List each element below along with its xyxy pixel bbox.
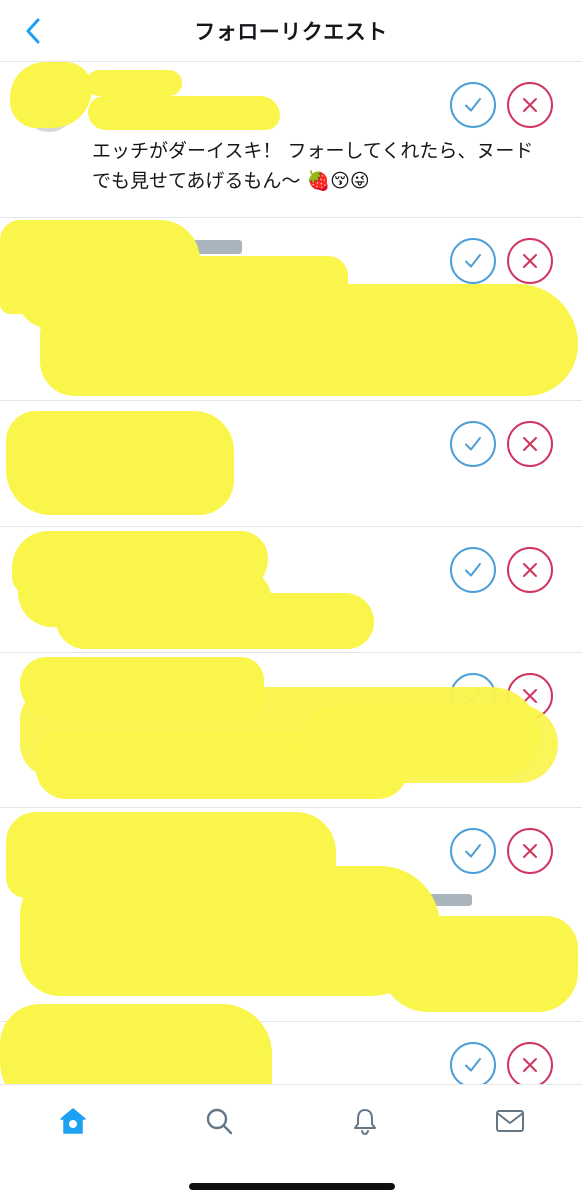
check-icon [465,98,481,112]
follow-request-row [0,401,582,527]
check-icon [465,254,481,268]
redaction-mark [10,62,92,128]
decline-button[interactable] [507,547,553,593]
close-icon [523,254,537,268]
redaction-mark [40,284,578,396]
user-bio: エッチがダーイスキ！ フォーしてくれたら、ヌードでも見せてあげるもん〜 🍓😚😜 [92,140,534,192]
tab-notifications[interactable] [343,1101,387,1141]
decline-button[interactable] [507,238,553,284]
check-icon [465,1058,481,1072]
check-icon [465,563,481,577]
redaction-mark [20,866,440,996]
close-icon [523,437,537,451]
search-icon [206,1108,233,1135]
follow-request-row [0,808,582,1022]
decline-button[interactable] [507,421,553,467]
accept-button[interactable] [450,238,496,284]
follow-request-row [0,218,582,401]
redaction-mark [380,916,578,1012]
follow-request-row [0,1004,582,1084]
follow-request-row [0,527,582,653]
tab-messages[interactable] [488,1101,532,1141]
decline-button[interactable] [507,828,553,874]
close-icon [523,98,537,112]
close-icon [523,1058,537,1072]
home-icon [60,1108,86,1134]
accept-button[interactable] [450,828,496,874]
tab-search[interactable] [197,1101,241,1141]
redaction-mark [0,1004,272,1084]
home-indicator [189,1183,395,1190]
check-icon [465,844,481,858]
decline-button[interactable] [507,82,553,128]
accept-button[interactable] [450,82,496,128]
accept-button[interactable] [450,547,496,593]
follow-request-row [0,653,582,808]
check-icon [465,437,481,451]
redaction-mark [88,96,280,130]
redaction-mark [56,593,374,649]
tab-home[interactable] [51,1101,95,1141]
accept-button[interactable] [450,421,496,467]
close-icon [523,563,537,577]
close-icon [523,844,537,858]
redaction-mark [86,70,182,96]
navigation-bar: フォローリクエスト [0,0,582,62]
page-title: フォローリクエスト [194,20,388,44]
accept-button[interactable] [450,1042,496,1084]
redaction-mark [6,411,234,515]
bell-icon [354,1109,376,1136]
redaction-mark [300,705,558,783]
follow-request-row: エッチがダーイスキ！ フォーしてくれたら、ヌードでも見せてあげるもん〜 🍓😚😜 [0,62,582,218]
decline-button[interactable] [507,1042,553,1084]
mail-icon [496,1110,524,1132]
follow-request-list: エッチがダーイスキ！ フォーしてくれたら、ヌードでも見せてあげるもん〜 🍓😚😜 [0,62,582,1084]
